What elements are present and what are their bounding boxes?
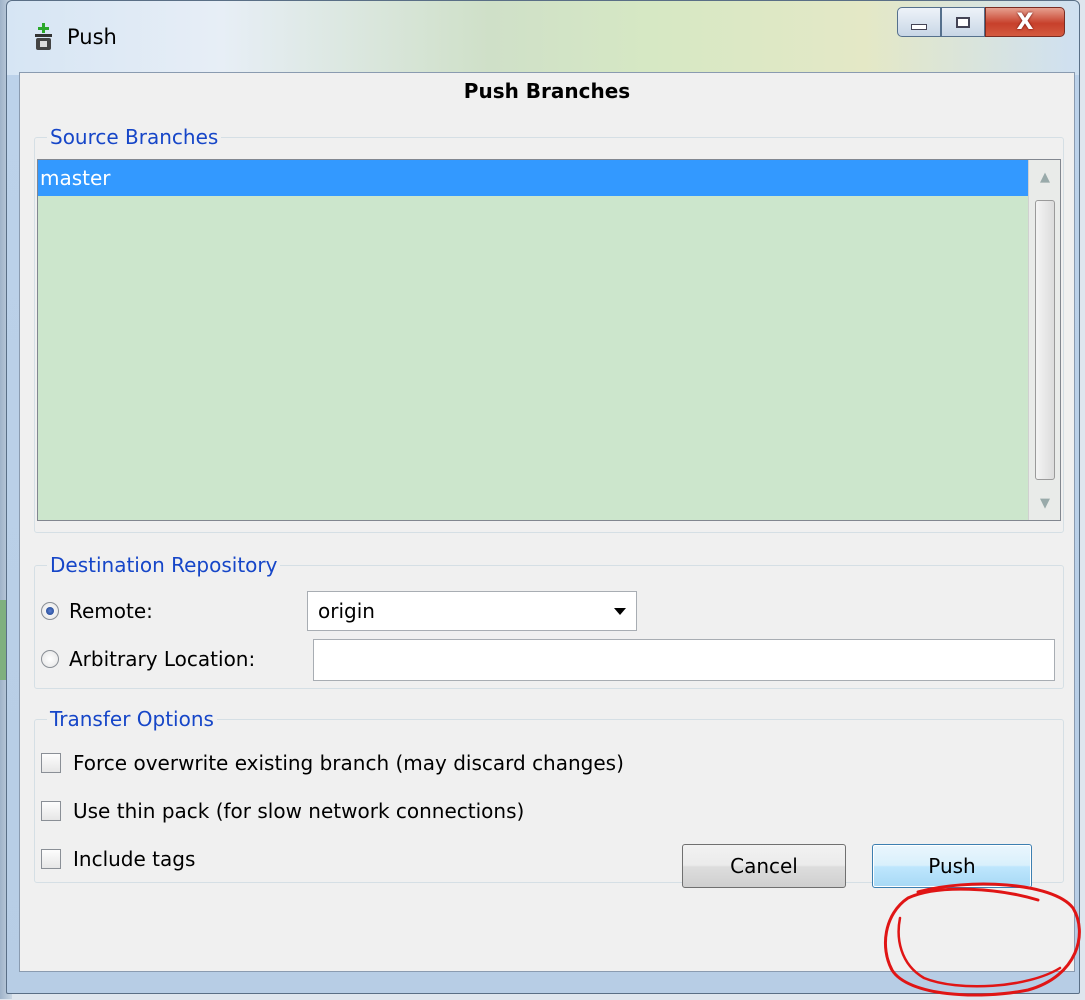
minimize-icon	[911, 24, 927, 30]
transfer-options-legend: Transfer Options	[50, 707, 214, 731]
vertical-scrollbar[interactable]: ▲ ▼	[1028, 160, 1060, 520]
include-tags-label: Include tags	[73, 847, 196, 871]
force-overwrite-label: Force overwrite existing branch (may dis…	[73, 751, 624, 775]
arbitrary-location-input[interactable]	[313, 639, 1055, 681]
window-title: Push	[67, 25, 117, 49]
dialog-heading: Push Branches	[463, 79, 631, 103]
source-branches-group: Source Branches master ▲ ▼	[34, 125, 1064, 533]
radio-selected-icon	[46, 607, 54, 615]
source-branches-legend: Source Branches	[50, 125, 219, 149]
title-bar[interactable]: Push X	[7, 1, 1079, 75]
window-controls: X	[897, 7, 1065, 41]
scroll-down-icon[interactable]: ▼	[1029, 486, 1061, 520]
include-tags-option[interactable]: Include tags	[41, 847, 195, 871]
force-overwrite-option[interactable]: Force overwrite existing branch (may dis…	[41, 751, 624, 775]
close-icon: X	[1016, 9, 1034, 35]
destination-repository-group: Destination Repository Remote: origin Ar…	[34, 553, 1064, 689]
arbitrary-radio-row[interactable]: Arbitrary Location:	[41, 647, 255, 671]
chevron-down-icon	[614, 608, 626, 615]
thin-pack-checkbox[interactable]	[41, 801, 61, 821]
list-item-master[interactable]: master	[38, 160, 1028, 196]
dialog-content: Push Branches Source Branches master ▲ ▼…	[19, 72, 1075, 972]
destination-repository-legend: Destination Repository	[50, 553, 278, 577]
scroll-thumb[interactable]	[1035, 200, 1055, 480]
source-branches-list[interactable]: master ▲ ▼	[37, 159, 1061, 521]
cancel-button[interactable]: Cancel	[682, 844, 846, 888]
arbitrary-location-label: Arbitrary Location:	[69, 647, 256, 671]
remote-select-value: origin	[318, 599, 375, 623]
thin-pack-option[interactable]: Use thin pack (for slow network connecti…	[41, 799, 524, 823]
thin-pack-label: Use thin pack (for slow network connecti…	[73, 799, 525, 823]
maximize-button[interactable]	[941, 7, 985, 37]
scroll-up-icon[interactable]: ▲	[1029, 160, 1061, 194]
arbitrary-location-radio[interactable]	[41, 650, 59, 668]
git-push-icon	[35, 23, 52, 50]
force-overwrite-checkbox[interactable]	[41, 753, 61, 773]
remote-radio[interactable]	[41, 602, 59, 620]
push-button[interactable]: Push	[872, 844, 1032, 888]
minimize-button[interactable]	[897, 7, 941, 37]
close-button[interactable]: X	[985, 7, 1065, 37]
include-tags-checkbox[interactable]	[41, 849, 61, 869]
remote-radio-row[interactable]: Remote:	[41, 599, 153, 623]
maximize-icon	[956, 16, 970, 28]
remote-label: Remote:	[69, 599, 153, 623]
remote-select[interactable]: origin	[307, 591, 637, 631]
